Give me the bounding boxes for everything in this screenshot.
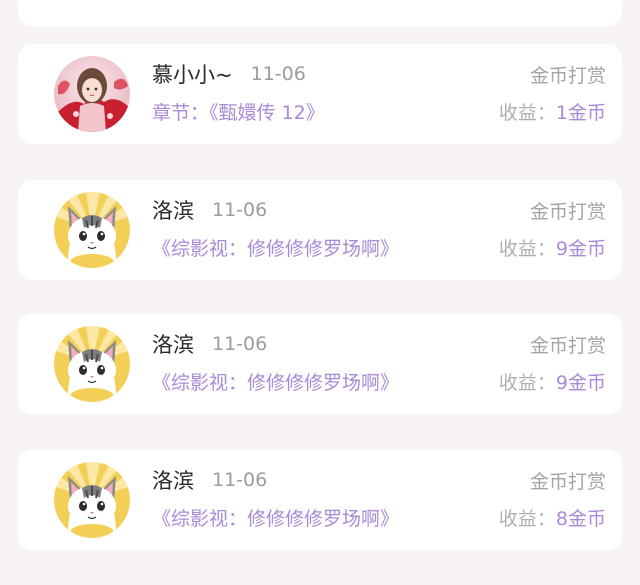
- user-name[interactable]: 洛滨: [152, 195, 194, 225]
- reward-record-card[interactable]: 洛滨 11-06 《综影视：修修修修罗场啊》 金币打赏 收益：9金币: [18, 180, 622, 280]
- user-info-row: 洛滨 11-06: [152, 328, 267, 360]
- income-value: 9金币: [555, 372, 606, 394]
- reward-type: 金币打赏: [529, 201, 606, 223]
- chapter-link[interactable]: 《综影视：修修修修罗场啊》: [152, 504, 399, 531]
- reward-date: 11-06: [250, 63, 306, 85]
- cat-avatar-icon[interactable]: [54, 192, 130, 268]
- user-info-row: 洛滨 11-06: [152, 194, 267, 226]
- income-label: 收益：: [498, 102, 556, 124]
- reward-type: 金币打赏: [529, 65, 606, 87]
- user-name[interactable]: 洛滨: [152, 465, 194, 495]
- reward-date: 11-06: [212, 469, 268, 491]
- income-text: 收益：9金币: [499, 368, 606, 395]
- reward-list-screen: 慕小小~ 11-06 章节：《甄嬛传 12》 金币打赏 收益：1金币 洛滨 11…: [0, 0, 640, 585]
- reward-date: 11-06: [212, 333, 268, 355]
- user-info-row: 洛滨 11-06: [152, 464, 267, 496]
- reward-type: 金币打赏: [529, 335, 606, 357]
- reward-record-card[interactable]: 洛滨 11-06 《综影视：修修修修罗场啊》 金币打赏 收益：8金币: [18, 450, 622, 550]
- income-label: 收益：: [498, 238, 556, 260]
- chapter-link[interactable]: 《综影视：修修修修罗场啊》: [152, 368, 399, 395]
- girl-red-robe-avatar-icon[interactable]: [54, 56, 130, 132]
- income-label: 收益：: [498, 508, 556, 530]
- user-info-row: 慕小小~ 11-06: [152, 58, 306, 90]
- reward-date: 11-06: [212, 199, 268, 221]
- cat-avatar-icon[interactable]: [54, 326, 130, 402]
- chapter-link[interactable]: 章节：《甄嬛传 12》: [152, 98, 325, 125]
- reward-record-card[interactable]: 慕小小~ 11-06 章节：《甄嬛传 12》 金币打赏 收益：1金币: [18, 44, 622, 144]
- reward-record-card[interactable]: 洛滨 11-06 《综影视：修修修修罗场啊》 金币打赏 收益：9金币: [18, 314, 622, 414]
- income-label: 收益：: [498, 372, 556, 394]
- income-text: 收益：8金币: [499, 504, 606, 531]
- user-name[interactable]: 慕小小~: [152, 59, 233, 89]
- previous-record-card[interactable]: [18, 0, 622, 26]
- income-value: 1金币: [555, 102, 606, 124]
- chapter-link[interactable]: 《综影视：修修修修罗场啊》: [152, 234, 399, 261]
- cat-avatar-icon[interactable]: [54, 462, 130, 538]
- reward-type: 金币打赏: [529, 471, 606, 493]
- income-text: 收益：9金币: [499, 234, 606, 261]
- income-value: 9金币: [555, 238, 606, 260]
- income-text: 收益：1金币: [499, 98, 606, 125]
- income-value: 8金币: [555, 508, 606, 530]
- user-name[interactable]: 洛滨: [152, 329, 194, 359]
